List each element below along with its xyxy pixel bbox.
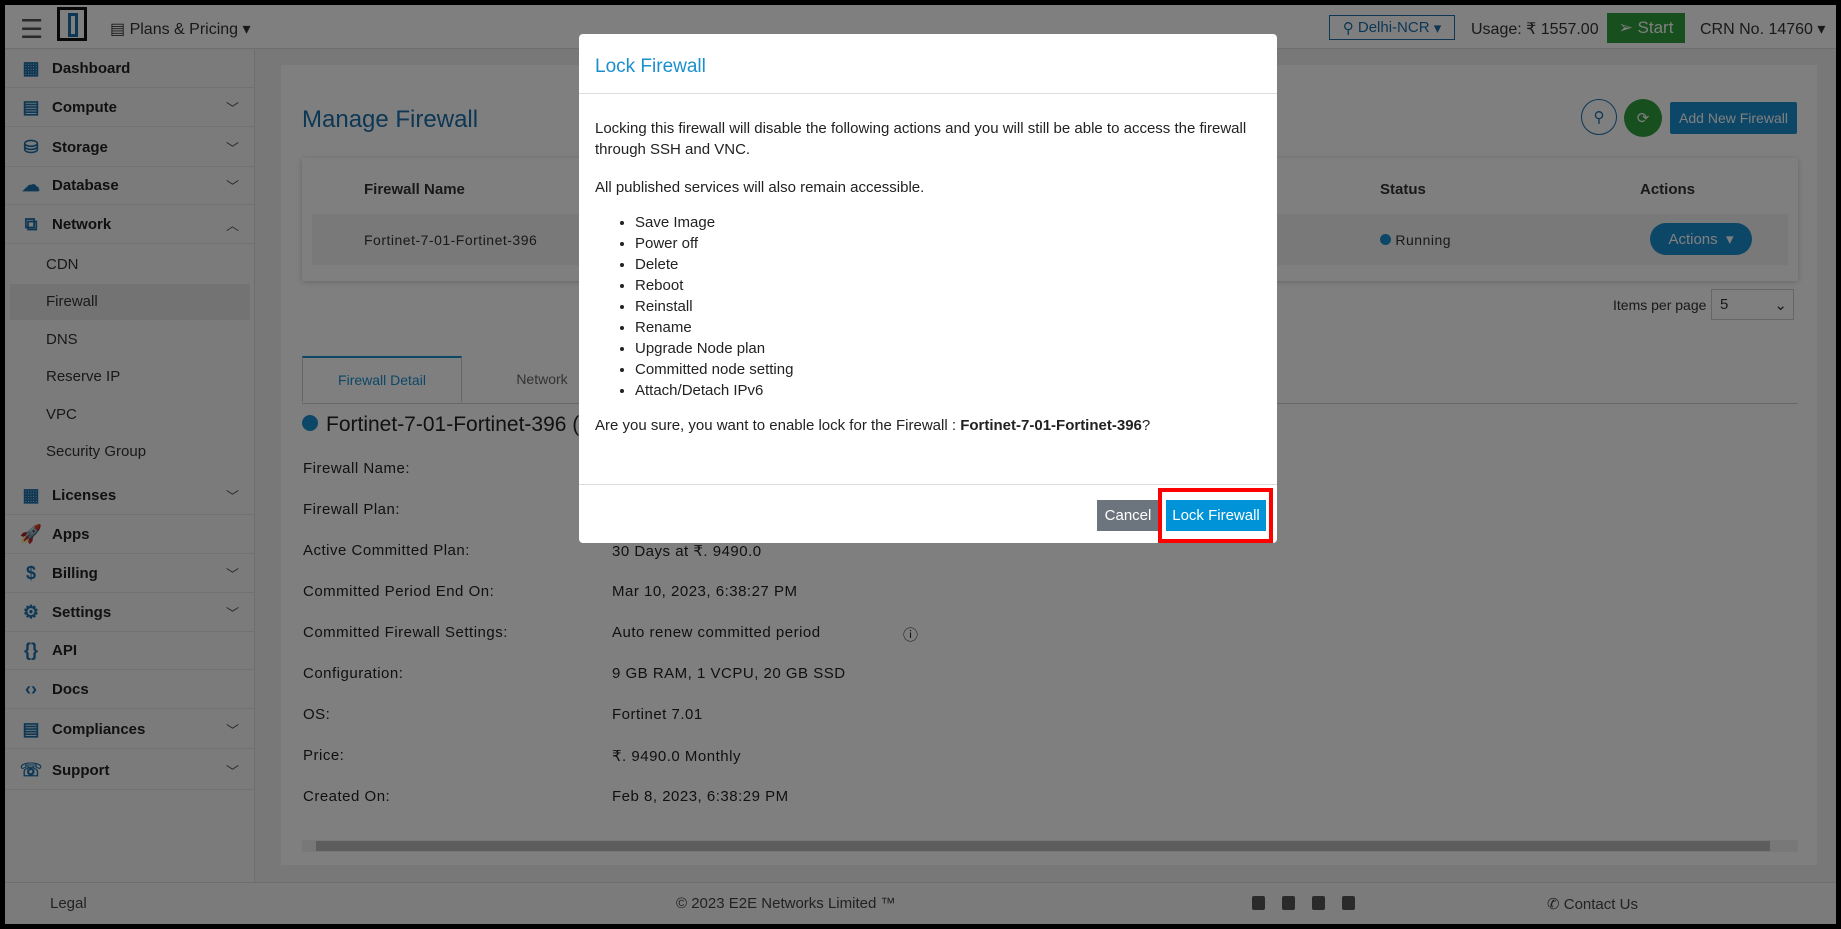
modal-header-divider [579,93,1277,94]
modal-title: Lock Firewall [595,56,706,77]
list-item: Upgrade Node plan [635,338,793,359]
modal-confirm-text: Are you sure, you want to enable lock fo… [595,415,1150,436]
lock-firewall-button[interactable]: Lock Firewall [1166,500,1266,531]
list-item: Power off [635,233,793,254]
confirm-prefix: Are you sure, you want to enable lock fo… [595,417,961,434]
modal-footer-divider [579,484,1277,485]
modal-note: All published services will also remain … [595,179,925,196]
list-item: Save Image [635,212,793,233]
lock-firewall-modal: Lock Firewall Locking this firewall will… [579,34,1277,543]
list-item: Committed node setting [635,359,793,380]
confirm-suffix: ? [1141,417,1151,434]
list-item: Rename [635,317,793,338]
list-item: Reboot [635,275,793,296]
list-item: Reinstall [635,296,793,317]
list-item: Attach/Detach IPv6 [635,380,793,401]
list-item: Delete [635,254,793,275]
cancel-button[interactable]: Cancel [1097,500,1159,531]
modal-description: Locking this firewall will disable the f… [595,120,1247,158]
disabled-actions-list: Save ImagePower offDeleteRebootReinstall… [635,212,793,401]
confirm-firewall-name: Fortinet-7-01-Fortinet-396 [960,417,1142,434]
app: ☰ ▤ Plans & Pricing ▾ ⚲ Delhi-NCR ▾ Usag… [5,5,1836,924]
